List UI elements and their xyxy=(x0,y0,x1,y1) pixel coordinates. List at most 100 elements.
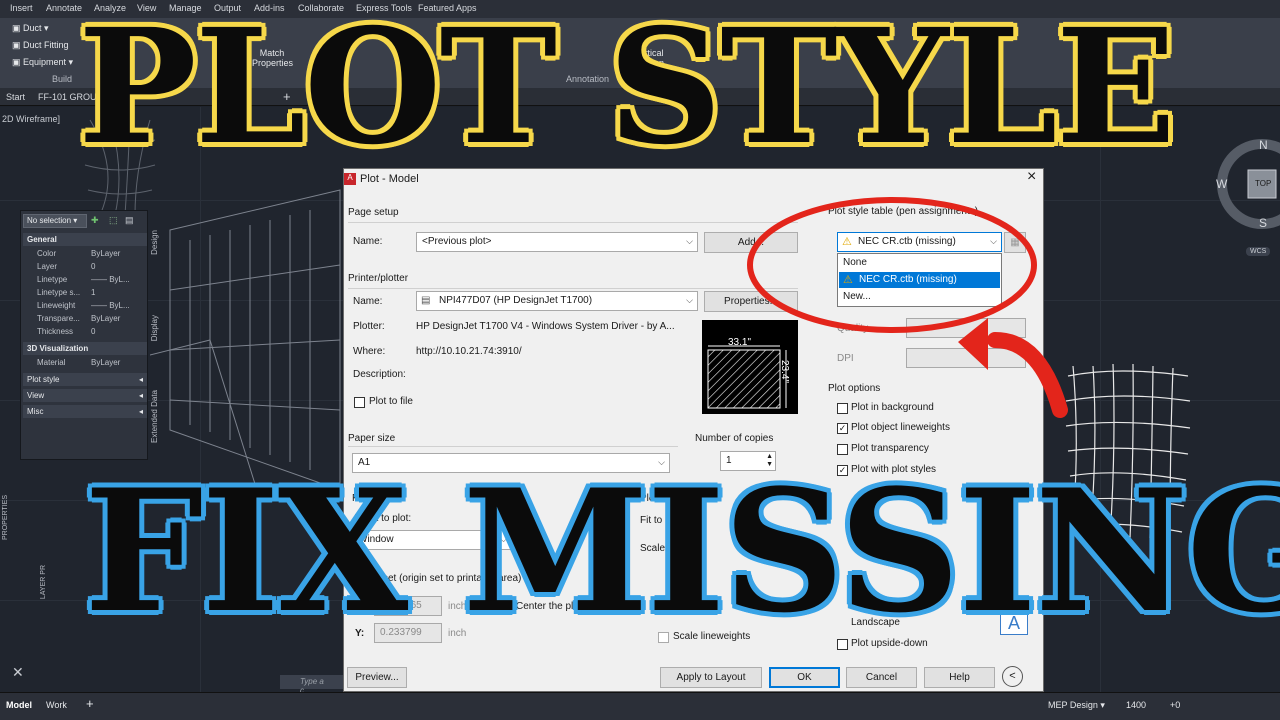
prop-key: Material xyxy=(37,358,66,367)
menu-annotate[interactable]: Annotate xyxy=(46,3,82,13)
prop-row[interactable]: Layer 0 xyxy=(21,260,149,273)
plot-to-file-label: Plot to file xyxy=(369,396,413,407)
quick-select-icon[interactable]: ▤ xyxy=(125,215,134,226)
viewcube-north[interactable]: N xyxy=(1259,138,1268,152)
duct-button[interactable]: ▣ Duct ▾ xyxy=(12,23,49,34)
prop-value: —— ByL... xyxy=(91,275,130,284)
view-section[interactable]: View ◂ xyxy=(23,389,147,402)
prop-key: Lineweight xyxy=(37,301,76,310)
description-label: Description: xyxy=(353,369,406,380)
toggle-pickadd-icon[interactable]: ✚ xyxy=(91,215,99,226)
prop-value: ByLayer xyxy=(91,358,121,367)
wcs-menu[interactable]: WCS xyxy=(1246,247,1271,256)
plotter-label: Plotter: xyxy=(353,321,385,332)
view-label: View xyxy=(27,391,45,400)
command-input[interactable]: Type a c xyxy=(280,675,344,695)
prop-key: Transpare... xyxy=(37,314,80,323)
properties-palette: No selection ▾ ✚ ⬚ ▤ General Color ByLaye… xyxy=(20,210,148,460)
printer-select[interactable]: ▤ NPI477D07 (HP DesignJet T1700) ⌵ xyxy=(416,291,698,311)
duct-fitting-button[interactable]: ▣ Duct Fitting xyxy=(12,40,69,51)
printer-heading: Printer/plotter xyxy=(348,273,409,284)
prop-row[interactable]: Linetype —— ByL... xyxy=(21,273,149,286)
viz3d-section[interactable]: 3D Visualization xyxy=(23,342,147,355)
prop-row[interactable]: Lineweight —— ByL... xyxy=(21,299,149,312)
viewcube-south[interactable]: S xyxy=(1259,216,1267,230)
properties-palette-title: PROPERTIES xyxy=(2,495,9,540)
printer-icon: ▤ xyxy=(421,295,431,306)
equipment-button[interactable]: ▣ Equipment ▾ xyxy=(12,57,73,68)
tab-extended-data[interactable]: Extended Data xyxy=(150,390,159,443)
divider xyxy=(348,446,678,447)
model-tab[interactable]: Model xyxy=(6,700,32,710)
page-setup-heading: Page setup xyxy=(348,207,399,218)
prop-value: 0 xyxy=(91,262,96,271)
prop-value: 1 xyxy=(91,288,96,297)
more-options-button[interactable]: < xyxy=(1002,666,1023,687)
annotation-scale[interactable]: 1400 xyxy=(1126,700,1146,710)
divider xyxy=(348,222,798,223)
page-setup-select[interactable]: <Previous plot> ⌵ xyxy=(416,232,698,252)
prop-row[interactable]: Material ByLayer xyxy=(21,356,149,369)
page-setup-value: <Previous plot> xyxy=(422,236,492,247)
layout-tab-work[interactable]: Work xyxy=(46,700,67,710)
prop-row[interactable]: Thickness 0 xyxy=(21,325,149,338)
prop-row[interactable]: Color ByLayer xyxy=(21,247,149,260)
copies-label: Number of copies xyxy=(695,433,774,444)
prop-value: —— ByL... xyxy=(91,301,130,310)
selection-dropdown[interactable]: No selection ▾ xyxy=(23,214,87,228)
workspace-label: MEP Design xyxy=(1048,700,1098,710)
overlay-title-bottom: FIX MISSING xyxy=(84,452,1280,650)
layer-properties-tab[interactable]: LAYER PR xyxy=(40,565,47,599)
elevation-readout[interactable]: +0 xyxy=(1170,700,1180,710)
paper-size-heading: Paper size xyxy=(348,433,396,444)
viewport-label[interactable]: 2D Wireframe] xyxy=(2,114,60,124)
plot-style-label: Plot style xyxy=(27,375,60,384)
close-command-icon[interactable]: ✕ xyxy=(12,664,24,681)
printer-name-label: Name: xyxy=(353,296,383,307)
ok-button[interactable]: OK xyxy=(769,667,840,688)
overlay-title-top: PLOT STYLE xyxy=(78,0,1176,180)
chevron-down-icon: ⌵ xyxy=(686,295,693,305)
build-panel-title: Build xyxy=(52,74,73,84)
red-highlight-annotation xyxy=(747,197,1068,418)
collapse-icon: ◂ xyxy=(138,375,143,384)
plot-lineweights-label: Plot object lineweights xyxy=(851,422,950,433)
prop-key: Linetype xyxy=(37,275,68,284)
plot-lineweights-checkbox[interactable]: ✓ xyxy=(837,423,848,434)
general-section[interactable]: General xyxy=(23,233,147,246)
tab-design[interactable]: Design xyxy=(150,230,159,255)
equipment-label: Equipment xyxy=(23,57,67,67)
viewcube-west[interactable]: W xyxy=(1216,177,1227,191)
prop-row[interactable]: Linetype s... 1 xyxy=(21,286,149,299)
help-button[interactable]: Help xyxy=(924,667,995,688)
apply-to-layout-button[interactable]: Apply to Layout xyxy=(660,667,762,688)
duct-label: Duct xyxy=(23,23,42,33)
page-setup-name-label: Name: xyxy=(353,236,383,247)
prop-key: Thickness xyxy=(37,327,74,336)
prop-value: ByLayer xyxy=(91,314,121,323)
cancel-button[interactable]: Cancel xyxy=(846,667,917,688)
plot-to-file-checkbox[interactable] xyxy=(354,397,365,408)
prop-key: Layer xyxy=(37,262,58,271)
where-value: http://10.10.21.74:3910/ xyxy=(416,346,522,357)
select-objects-icon[interactable]: ⬚ xyxy=(109,215,118,226)
collapse-icon: ◂ xyxy=(138,407,143,416)
general-label: General xyxy=(27,235,57,244)
plot-style-section[interactable]: Plot style ◂ xyxy=(23,373,147,386)
prop-key: Linetype s... xyxy=(37,288,81,297)
prop-row[interactable]: Transpare... ByLayer xyxy=(21,312,149,325)
prop-value: ByLayer xyxy=(91,249,121,258)
misc-section[interactable]: Misc ◂ xyxy=(23,405,147,418)
prop-value: 0 xyxy=(91,327,96,336)
collapse-icon: ◂ xyxy=(138,391,143,400)
workspace-switch[interactable]: MEP Design ▾ xyxy=(1048,700,1105,711)
misc-label: Misc xyxy=(27,407,44,416)
selection-value: No selection xyxy=(27,216,72,225)
new-layout-button[interactable]: + xyxy=(86,696,94,711)
preview-button[interactable]: Preview... xyxy=(347,667,407,688)
tab-display[interactable]: Display xyxy=(150,315,159,341)
tab-start[interactable]: Start xyxy=(6,92,25,102)
divider xyxy=(348,288,798,289)
menu-insert[interactable]: Insert xyxy=(10,3,33,13)
viewcube-top-face[interactable]: TOP xyxy=(1255,179,1271,188)
